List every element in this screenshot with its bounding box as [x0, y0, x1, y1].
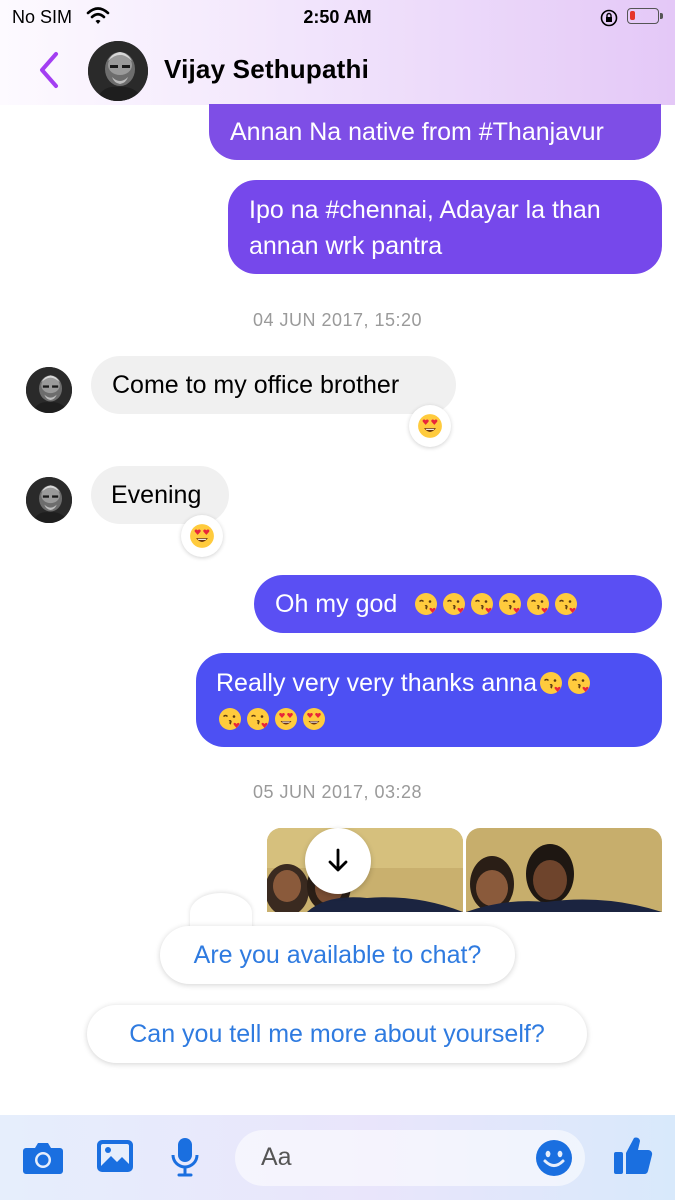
heart-eyes-emoji-icon: [189, 523, 215, 549]
kissing-heart-emoji-icon: [442, 592, 466, 616]
photo-attachment[interactable]: [466, 828, 662, 912]
outgoing-message[interactable]: Annan Na native from #Thanjavur: [209, 104, 661, 160]
microphone-icon[interactable]: [170, 1136, 200, 1178]
message-text: Come to my office brother: [112, 371, 400, 399]
message-text: Oh my god: [275, 590, 398, 618]
download-icon: [328, 848, 348, 872]
message-text: Annan Na native from #Thanjavur: [230, 118, 604, 146]
outgoing-message[interactable]: Ipo na #chennai, Adayar la than annan wr…: [228, 180, 662, 274]
message-text-line: annan wrk pantra: [249, 232, 443, 260]
kissing-heart-emoji-icon: [567, 671, 591, 695]
clock: 2:50 AM: [303, 7, 372, 27]
rotation-lock-icon: [600, 9, 618, 27]
kissing-heart-emoji-icon: [470, 592, 494, 616]
date-separator: 04 JUN 2017, 15:20: [252, 310, 423, 330]
suggestion-chip[interactable]: Can you tell me more about yourself?: [87, 1005, 587, 1063]
download-button[interactable]: [305, 828, 371, 894]
kissing-heart-emoji-icon: [246, 707, 270, 731]
contact-name[interactable]: Vijay Sethupathi: [164, 54, 369, 85]
message-text: Really very very thanks anna: [216, 669, 537, 697]
status-bar: No SIM 2:50 AM: [0, 0, 675, 34]
incoming-message[interactable]: Come to my office brother: [91, 356, 456, 414]
sender-avatar[interactable]: [26, 367, 72, 413]
kissing-heart-emoji-icon: [539, 671, 563, 695]
emoji-icon[interactable]: [535, 1139, 573, 1177]
message-input-placeholder: Aa: [261, 1143, 292, 1171]
kissing-heart-emoji-icon: [414, 592, 438, 616]
camera-icon[interactable]: [22, 1138, 64, 1176]
thumbs-up-icon[interactable]: [612, 1134, 654, 1178]
date-separator: 05 JUN 2017, 03:28: [252, 782, 423, 802]
suggestion-chip[interactable]: Are you available to chat?: [160, 926, 515, 984]
sender-avatar[interactable]: [26, 477, 72, 523]
back-chevron-icon[interactable]: [34, 50, 64, 90]
contact-avatar[interactable]: [88, 41, 148, 101]
kissing-heart-emoji-icon: [218, 707, 242, 731]
reaction-heart-eyes[interactable]: [409, 405, 451, 447]
battery-icon: [627, 8, 663, 24]
outgoing-message[interactable]: Really very very thanks anna: [196, 653, 662, 747]
reaction-heart-eyes[interactable]: [181, 515, 223, 557]
message-text-line: Ipo na #chennai, Adayar la than: [249, 196, 601, 224]
kissing-heart-emoji-icon: [554, 592, 578, 616]
outgoing-message[interactable]: Oh my god: [254, 575, 662, 633]
heart-eyes-emoji-icon: [274, 707, 298, 731]
message-input[interactable]: Aa: [235, 1130, 585, 1186]
message-text: Evening: [111, 481, 202, 509]
kissing-heart-emoji-icon: [526, 592, 550, 616]
heart-eyes-emoji-icon: [417, 413, 443, 439]
heart-eyes-emoji-icon: [302, 707, 326, 731]
kissing-heart-emoji-icon: [498, 592, 522, 616]
gallery-icon[interactable]: [95, 1138, 135, 1174]
